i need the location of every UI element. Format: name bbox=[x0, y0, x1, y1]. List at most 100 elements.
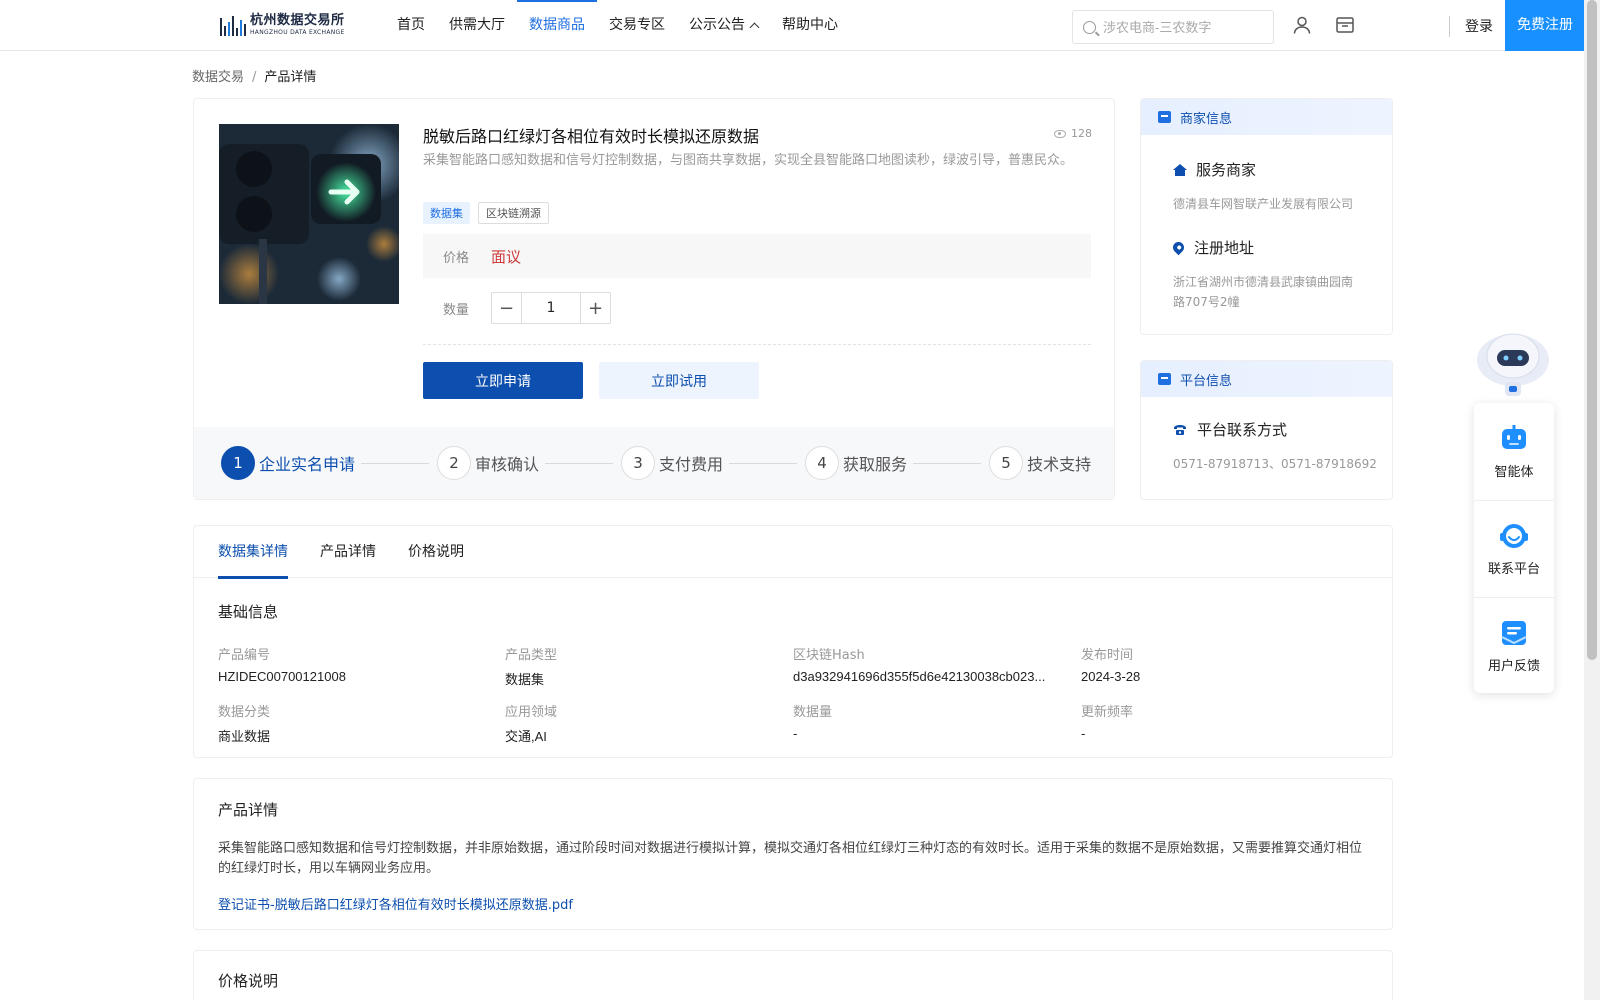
price-note-card: 价格说明 bbox=[193, 950, 1393, 1000]
registered-address-title: 注册地址 bbox=[1194, 239, 1255, 257]
ai-agent-label: 智能体 bbox=[1494, 464, 1534, 480]
page-scrollbar[interactable] bbox=[1584, 0, 1600, 1000]
quantity-stepper[interactable]: − 1 + bbox=[491, 292, 611, 324]
phone-icon bbox=[1174, 424, 1186, 435]
platform-info-icon bbox=[1158, 373, 1171, 385]
product-detail-text: 采集智能路口感知数据和信号灯控制数据，并非原始数据，通过阶段时间对数据进行模拟计… bbox=[218, 841, 1363, 876]
basic-info-grid: 产品编号 HZIDEC00700121008 产品类型 数据集 区块链Hash d3a… bbox=[218, 644, 1368, 745]
user-icon[interactable] bbox=[1292, 15, 1312, 35]
field-update-frequency: 更新频率 - bbox=[1081, 705, 1134, 741]
nav-supply-demand[interactable]: 供需大厅 bbox=[437, 0, 517, 50]
divider bbox=[423, 344, 1091, 345]
step-label: 技术支持 bbox=[1027, 455, 1092, 474]
header-divider bbox=[1449, 16, 1450, 37]
step-label: 企业实名申请 bbox=[259, 455, 356, 474]
step-label: 获取服务 bbox=[843, 455, 908, 474]
eye-icon bbox=[1054, 129, 1066, 138]
user-feedback-label: 用户反馈 bbox=[1487, 659, 1540, 674]
registered-address-block: 注册地址 浙江省湖州市德清县武康镇曲园南路707号2幢 bbox=[1170, 237, 1363, 312]
price-value: 面议 bbox=[491, 247, 522, 266]
detail-tabs: 数据集详情 产品详情 价格说明 bbox=[194, 526, 1392, 579]
basic-info-title: 基础信息 bbox=[218, 603, 279, 621]
step-connector bbox=[545, 462, 614, 464]
platform-info-title: 平台信息 bbox=[1180, 373, 1233, 389]
nav-help-center[interactable]: 帮助中心 bbox=[770, 0, 850, 50]
step-5: 5 技术支持 bbox=[989, 446, 1091, 480]
logo-subtitle: HANGZHOU DATA EXCHANGE bbox=[250, 29, 345, 36]
step-connector bbox=[913, 462, 982, 464]
tab-dataset-details[interactable]: 数据集详情 bbox=[218, 526, 288, 579]
robot-icon bbox=[1502, 424, 1526, 449]
store-icon[interactable] bbox=[1335, 15, 1355, 35]
tag-dataset: 数据集 bbox=[423, 202, 470, 224]
field-data-volume: 数据量 - bbox=[793, 705, 833, 741]
site-logo[interactable]: 杭州数据交易所 HANGZHOU DATA EXCHANGE bbox=[220, 12, 345, 38]
register-button[interactable]: 免费注册 bbox=[1505, 0, 1585, 51]
dataset-detail-card: 数据集详情 产品详情 价格说明 基础信息 产品编号 HZIDEC007001210… bbox=[193, 525, 1393, 758]
product-tags: 数据集 区块链溯源 bbox=[423, 202, 549, 224]
tab-price-notes[interactable]: 价格说明 bbox=[408, 526, 464, 578]
try-now-button[interactable]: 立即试用 bbox=[599, 362, 759, 399]
user-feedback-button[interactable]: 用户反馈 bbox=[1474, 597, 1554, 693]
view-count: 128 bbox=[1054, 127, 1092, 140]
logo-mark bbox=[220, 14, 246, 36]
field-publish-date: 发布时间 2024-3-28 bbox=[1081, 648, 1141, 684]
process-steps: 1 企业实名申请 2 审核确认 3 支付费用 4 获取服务 5 技术支持 bbox=[194, 427, 1114, 499]
price-note-title: 价格说明 bbox=[218, 972, 279, 990]
assistant-robot-icon[interactable] bbox=[1475, 326, 1551, 398]
step-number: 3 bbox=[621, 446, 656, 480]
contact-platform-button[interactable]: 联系平台 bbox=[1474, 500, 1554, 596]
increase-button[interactable]: + bbox=[580, 293, 610, 323]
headset-icon bbox=[1500, 524, 1528, 548]
step-label: 支付费用 bbox=[659, 455, 724, 474]
service-merchant-value: 德清县车网智联产业发展有限公司 bbox=[1173, 197, 1354, 211]
service-merchant-block: 服务商家 德清县车网智联产业发展有限公司 bbox=[1173, 159, 1363, 214]
quantity-label: 数量 bbox=[443, 302, 470, 318]
step-3: 3 支付费用 bbox=[621, 446, 723, 480]
home-icon bbox=[1173, 163, 1187, 176]
nav-data-products[interactable]: 数据商品 bbox=[517, 0, 597, 50]
step-number: 1 bbox=[221, 446, 255, 480]
field-product-type: 产品类型 数据集 bbox=[505, 648, 558, 687]
price-label: 价格 bbox=[443, 250, 470, 266]
step-number: 2 bbox=[437, 446, 472, 480]
certificate-pdf-link[interactable]: 登记证书-脱敏后路口红绿灯各相位有效时长模拟还原数据.pdf bbox=[218, 894, 573, 913]
quantity-value[interactable]: 1 bbox=[522, 293, 580, 323]
top-header: 杭州数据交易所 HANGZHOU DATA EXCHANGE 首页 供需大厅 数… bbox=[0, 0, 1585, 51]
platform-info-card: 平台信息 平台联系方式 0571-87918713、0571-87918692 bbox=[1140, 360, 1393, 500]
merchant-info-card: 商家信息 服务商家 德清县车网智联产业发展有限公司 注册地址 浙江省湖州市德清县… bbox=[1140, 98, 1393, 335]
product-image bbox=[219, 124, 399, 304]
scrollbar-thumb[interactable] bbox=[1587, 0, 1597, 660]
platform-info-header: 平台信息 bbox=[1141, 361, 1392, 397]
product-title: 脱敏后路口红绿灯各相位有效时长模拟还原数据 bbox=[423, 127, 760, 146]
login-link[interactable]: 登录 bbox=[1465, 16, 1493, 36]
plus-icon: + bbox=[587, 297, 604, 319]
step-connector bbox=[361, 462, 430, 464]
breadcrumb-current: 产品详情 bbox=[264, 70, 317, 85]
tab-product-details[interactable]: 产品详情 bbox=[320, 526, 376, 578]
breadcrumb-root[interactable]: 数据交易 bbox=[192, 70, 244, 85]
quantity-row: 数量 − 1 + bbox=[423, 292, 611, 324]
ai-agent-button[interactable]: 智能体 bbox=[1474, 403, 1554, 499]
decrease-button[interactable]: − bbox=[492, 293, 522, 323]
merchant-info-icon bbox=[1158, 111, 1171, 123]
step-4: 4 获取服务 bbox=[805, 446, 907, 480]
main-nav: 首页 供需大厅 数据商品 交易专区 公示公告 帮助中心 bbox=[385, 0, 850, 50]
search-icon bbox=[1083, 20, 1096, 34]
apply-now-button[interactable]: 立即申请 bbox=[423, 362, 583, 399]
nav-home[interactable]: 首页 bbox=[385, 0, 437, 50]
view-count-value: 128 bbox=[1071, 127, 1092, 140]
search-box[interactable] bbox=[1072, 10, 1274, 44]
step-number: 4 bbox=[805, 446, 840, 480]
step-label: 审核确认 bbox=[475, 455, 540, 474]
field-data-category: 数据分类 商业数据 bbox=[218, 705, 271, 744]
search-input[interactable] bbox=[1103, 19, 1263, 35]
platform-contact-value: 0571-87918713、0571-87918692 bbox=[1173, 457, 1377, 471]
product-description: 采集智能路口感知数据和信号灯控制数据，与图商共享数据，实现全县智能路口地图读秒，… bbox=[423, 153, 1074, 168]
nav-announcements[interactable]: 公示公告 bbox=[677, 0, 770, 50]
platform-contact-title: 平台联系方式 bbox=[1197, 421, 1288, 439]
floating-service-panel: 智能体 联系平台 用户反馈 bbox=[1474, 403, 1554, 693]
nav-trade-zone[interactable]: 交易专区 bbox=[597, 0, 677, 50]
field-product-id: 产品编号 HZIDEC00700121008 bbox=[218, 648, 346, 684]
field-blockchain-hash: 区块链Hash d3a932941696d355f5d6e42130038cb02… bbox=[793, 648, 1046, 684]
